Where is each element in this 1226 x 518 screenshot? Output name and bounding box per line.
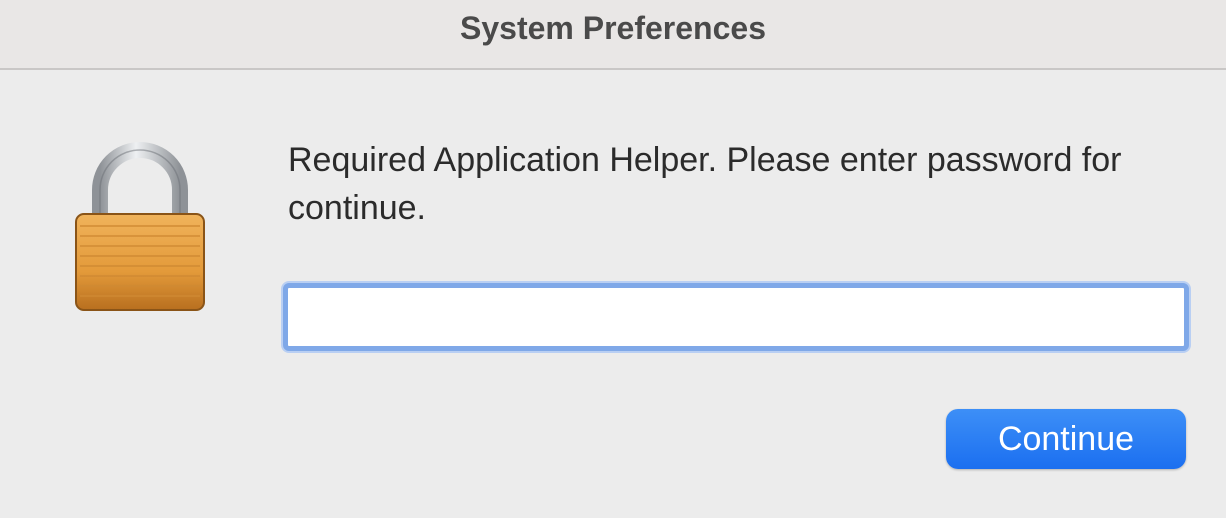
lock-icon	[75, 142, 205, 311]
window-title: System Preferences	[460, 10, 766, 46]
dialog-message: Required Application Helper. Please ente…	[288, 141, 1122, 227]
title-bar: System Preferences	[0, 0, 1226, 70]
password-field[interactable]	[283, 283, 1189, 351]
continue-button[interactable]: Continue	[946, 409, 1186, 469]
